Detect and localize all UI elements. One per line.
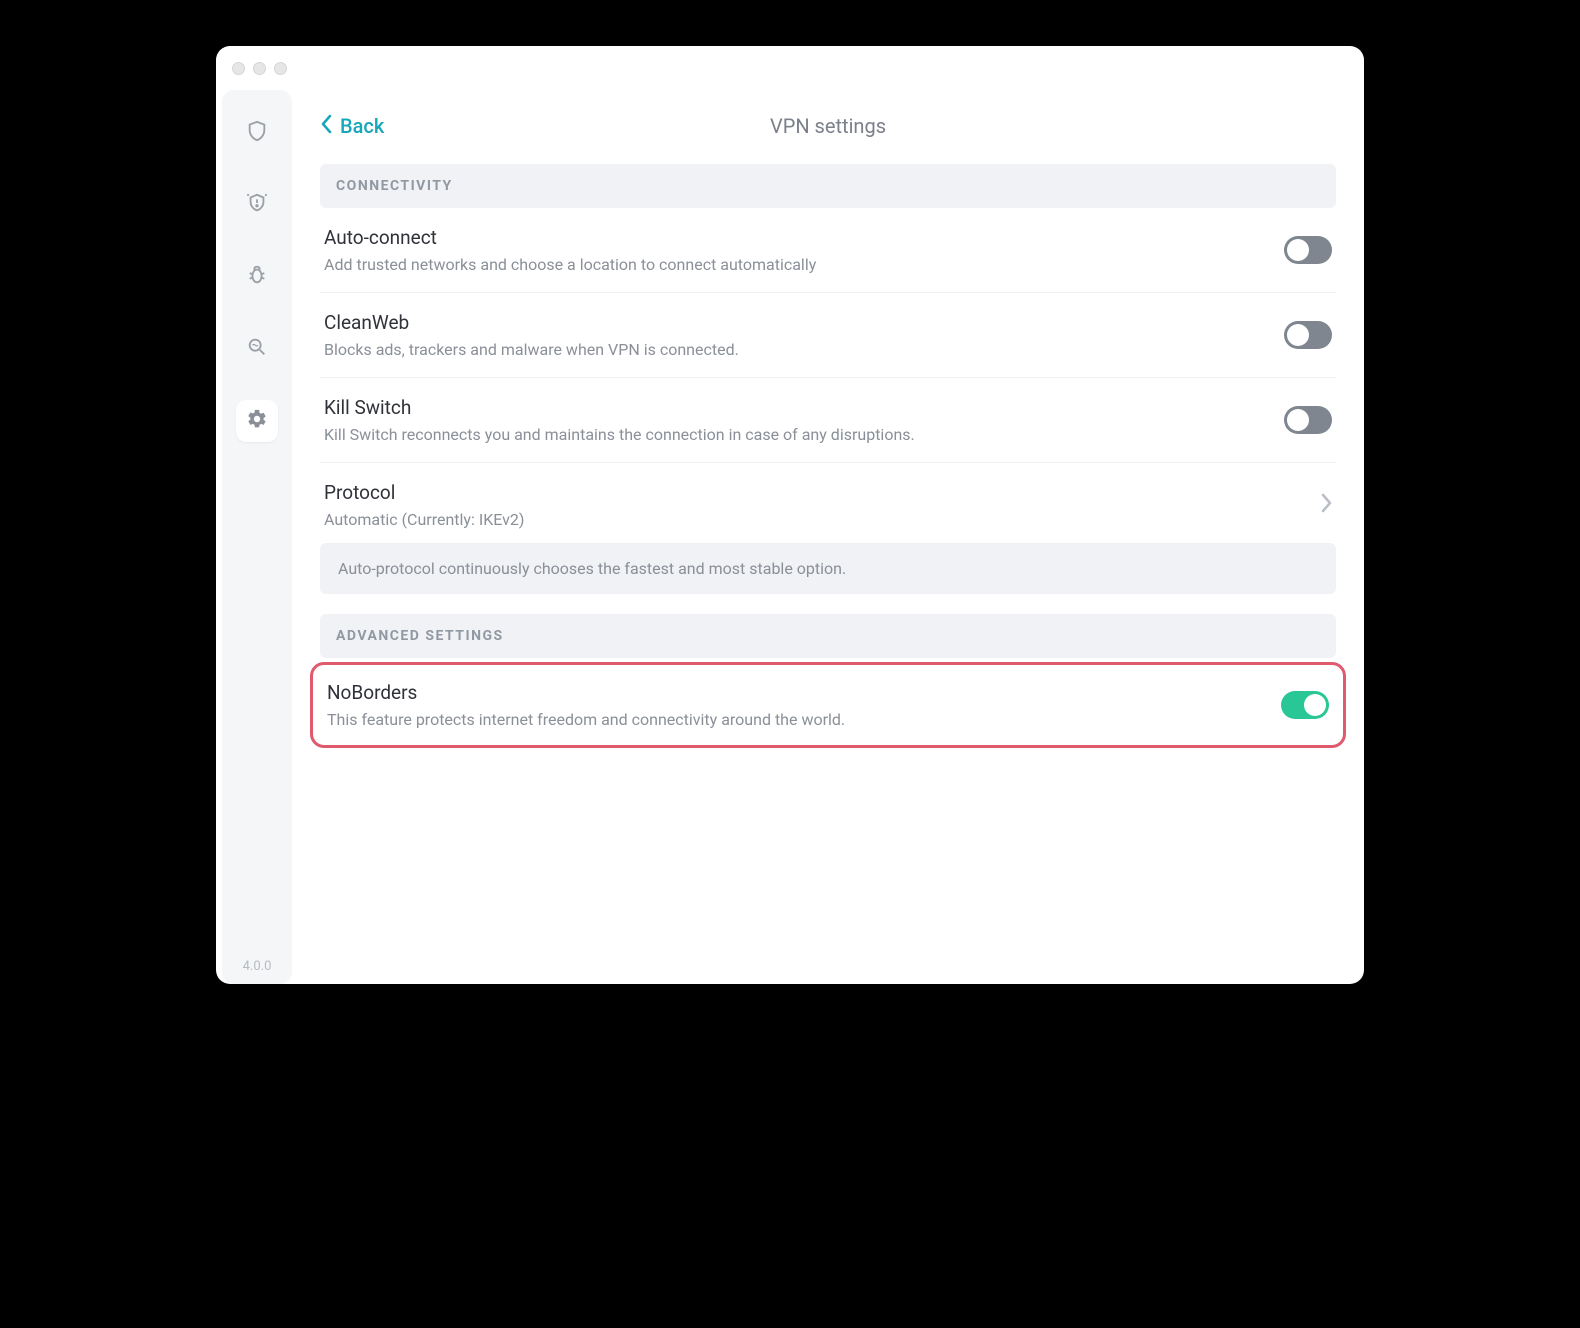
protocol-info: Auto-protocol continuously chooses the f… [320,543,1336,594]
toggle-noborders[interactable] [1281,691,1329,719]
shield-icon [246,120,268,146]
section-header-advanced: ADVANCED SETTINGS [320,614,1336,658]
toggle-cleanweb[interactable] [1284,321,1332,349]
row-kill-switch[interactable]: Kill Switch Kill Switch reconnects you a… [320,378,1336,463]
sidebar-item-shield[interactable] [236,112,278,154]
sidebar-item-settings[interactable] [236,400,278,442]
row-subtitle: Automatic (Currently: IKEv2) [324,510,1312,529]
sidebar-item-alert[interactable] [236,184,278,226]
row-subtitle: Add trusted networks and choose a locati… [324,255,1284,274]
window-close-button[interactable] [232,62,245,75]
row-noborders[interactable]: NoBorders This feature protects internet… [323,665,1333,745]
row-subtitle: Kill Switch reconnects you and maintains… [324,425,1284,444]
chevron-left-icon [320,114,334,139]
version-label: 4.0.0 [243,959,272,974]
row-title: Kill Switch [324,396,1284,419]
chevron-right-icon [1320,493,1332,517]
back-button[interactable]: Back [320,114,384,139]
row-title: NoBorders [327,681,1281,704]
titlebar [216,46,1364,90]
search-icon [246,336,268,362]
highlight-noborders: NoBorders This feature protects internet… [310,662,1346,748]
window-minimize-button[interactable] [253,62,266,75]
row-auto-connect[interactable]: Auto-connect Add trusted networks and ch… [320,208,1336,293]
bug-icon [246,264,268,290]
toggle-kill-switch[interactable] [1284,406,1332,434]
app-window: 4.0.0 Back VPN settings CONNECTIVITY Aut… [216,46,1364,984]
row-title: Auto-connect [324,226,1284,249]
sidebar: 4.0.0 [222,90,292,984]
alert-icon [246,192,268,218]
gear-icon [246,408,268,434]
row-protocol[interactable]: Protocol Automatic (Currently: IKEv2) [320,463,1336,547]
content: Back VPN settings CONNECTIVITY Auto-conn… [292,90,1364,984]
row-cleanweb[interactable]: CleanWeb Blocks ads, trackers and malwar… [320,293,1336,378]
sidebar-item-bug[interactable] [236,256,278,298]
row-title: Protocol [324,481,1312,504]
content-header: Back VPN settings [320,106,1336,146]
row-subtitle: Blocks ads, trackers and malware when VP… [324,340,1284,359]
page-title: VPN settings [770,114,886,138]
sidebar-item-search[interactable] [236,328,278,370]
back-label: Back [340,114,384,138]
section-header-connectivity: CONNECTIVITY [320,164,1336,208]
window-zoom-button[interactable] [274,62,287,75]
toggle-auto-connect[interactable] [1284,236,1332,264]
row-title: CleanWeb [324,311,1284,334]
row-subtitle: This feature protects internet freedom a… [327,710,1281,729]
